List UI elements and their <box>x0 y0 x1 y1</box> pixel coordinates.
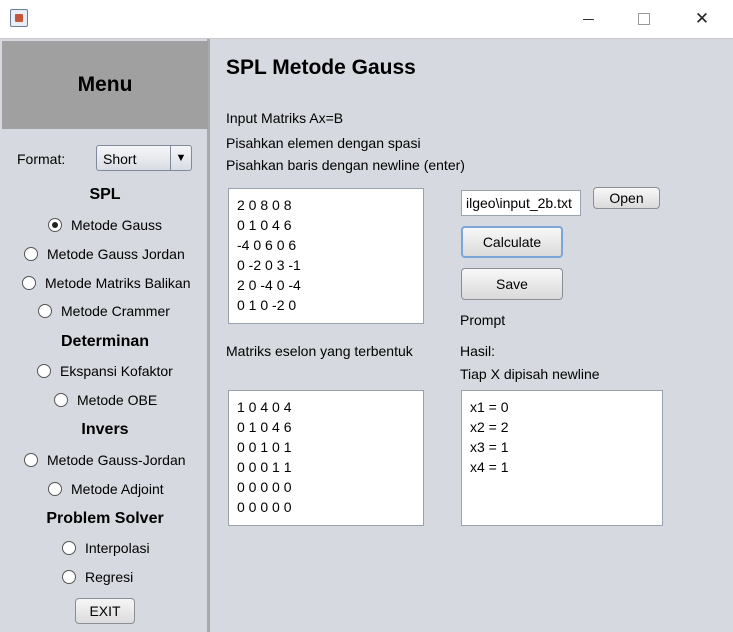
radio-label: Metode OBE <box>77 392 158 408</box>
radio-icon <box>54 393 68 407</box>
radio-icon <box>38 304 52 318</box>
section-invers: Invers <box>81 421 129 438</box>
close-icon: ✕ <box>694 9 710 28</box>
instruction-newline: Pisahkan baris dengan newline (enter) <box>226 157 465 173</box>
radio-metode-obe[interactable]: Metode OBE <box>54 392 157 408</box>
radio-label: Regresi <box>85 569 134 585</box>
radio-metode-gauss[interactable]: Metode Gauss <box>48 217 162 233</box>
file-path-text: ilgeo\input_2b.txt <box>466 195 572 211</box>
radio-icon <box>37 364 51 378</box>
radio-label: Metode Crammer <box>61 303 170 319</box>
radio-icon <box>62 541 76 555</box>
format-dropdown[interactable]: Short ▼ <box>96 145 192 171</box>
page-title: SPL Metode Gauss <box>226 56 416 79</box>
maximize-icon <box>638 13 650 25</box>
radio-label: Ekspansi Kofaktor <box>60 363 173 379</box>
instruction-input: Input Matriks Ax=B <box>226 110 344 126</box>
format-label: Format: <box>17 151 66 167</box>
close-button[interactable]: ✕ <box>679 0 725 38</box>
exit-button[interactable]: EXIT <box>75 598 135 624</box>
input-matrix-textarea[interactable]: 2 0 8 0 8 0 1 0 4 6 -4 0 6 0 6 0 -2 0 3 … <box>228 188 424 324</box>
radio-metode-crammer[interactable]: Metode Crammer <box>38 303 170 319</box>
calculate-button[interactable]: Calculate <box>461 226 563 258</box>
radio-selected-icon <box>48 218 62 232</box>
section-determinan: Determinan <box>60 333 150 350</box>
chevron-down-icon: ▼ <box>170 146 191 170</box>
radio-invers-gauss-jordan[interactable]: Metode Gauss-Jordan <box>24 452 186 468</box>
instruction-spaces: Pisahkan elemen dengan spasi <box>226 135 421 151</box>
result-sublabel: Tiap X dipisah newline <box>460 366 600 382</box>
file-path-field[interactable]: ilgeo\input_2b.txt <box>461 190 581 216</box>
radio-label: Interpolasi <box>85 540 150 556</box>
radio-label: Metode Gauss-Jordan <box>47 452 186 468</box>
radio-metode-adjoint[interactable]: Metode Adjoint <box>48 481 164 497</box>
radio-icon <box>24 453 38 467</box>
radio-metode-gauss-jordan[interactable]: Metode Gauss Jordan <box>24 246 185 262</box>
radio-label: Metode Matriks Balikan <box>45 275 191 291</box>
echelon-label: Matriks eselon yang terbentuk <box>226 343 413 359</box>
minimize-button[interactable] <box>565 0 611 38</box>
radio-icon <box>22 276 36 290</box>
maximize-button[interactable] <box>621 0 667 38</box>
section-spl: SPL <box>89 186 121 203</box>
radio-regresi[interactable]: Regresi <box>62 569 133 585</box>
radio-interpolasi[interactable]: Interpolasi <box>62 540 150 556</box>
title-bar: ✕ <box>0 0 733 39</box>
radio-ekspansi-kofaktor[interactable]: Ekspansi Kofaktor <box>37 363 173 379</box>
sidebar: Menu Format: Short ▼ SPL Metode Gauss Me… <box>0 39 210 632</box>
format-value: Short <box>103 151 137 167</box>
prompt-label: Prompt <box>460 312 506 328</box>
java-cup-icon <box>10 9 28 27</box>
radio-icon <box>24 247 38 261</box>
result-textarea[interactable]: x1 = 0 x2 = 2 x3 = 1 x4 = 1 <box>461 390 663 526</box>
menu-title: Menu <box>2 41 208 129</box>
open-button[interactable]: Open <box>593 187 660 209</box>
radio-label: Metode Gauss <box>71 217 163 233</box>
echelon-matrix-textarea[interactable]: 1 0 4 0 4 0 1 0 4 6 0 0 1 0 1 0 0 0 1 1 … <box>228 390 424 526</box>
result-label: Hasil: <box>460 343 496 359</box>
minimize-icon <box>582 18 594 20</box>
radio-label: Metode Adjoint <box>71 481 164 497</box>
radio-metode-matriks-balikan[interactable]: Metode Matriks Balikan <box>22 275 191 291</box>
radio-label: Metode Gauss Jordan <box>47 246 185 262</box>
radio-icon <box>48 482 62 496</box>
radio-icon <box>62 570 76 584</box>
save-button[interactable]: Save <box>461 268 563 300</box>
section-problem-solver: Problem Solver <box>46 510 164 527</box>
